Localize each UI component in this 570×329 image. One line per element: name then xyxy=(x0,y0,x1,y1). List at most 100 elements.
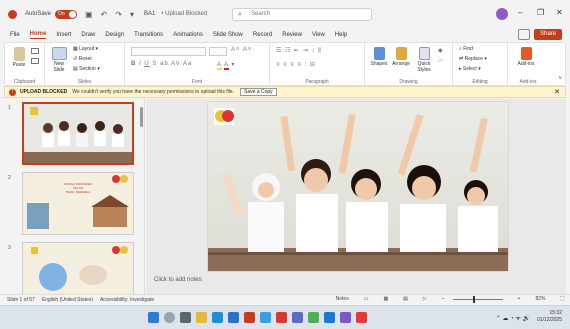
undo-icon[interactable]: ↶ xyxy=(101,10,108,19)
zoom-in-icon[interactable]: + xyxy=(518,296,521,302)
autosave-toggle[interactable]: On xyxy=(55,9,78,19)
shapes-button[interactable]: Shapes xyxy=(369,47,389,67)
current-slide[interactable] xyxy=(208,102,508,271)
app-icon[interactable] xyxy=(308,312,319,323)
font-color-controls[interactable]: A A ▾ xyxy=(217,61,235,70)
find-button[interactable]: ⌕ Find xyxy=(459,46,473,52)
save-a-copy-button[interactable]: Save a Copy xyxy=(240,88,277,96)
save-icon[interactable]: ▣ xyxy=(85,10,93,19)
copy-icon[interactable] xyxy=(31,58,39,64)
new-slide-button[interactable]: New Slide xyxy=(49,47,69,73)
search-icon[interactable] xyxy=(164,312,175,323)
group-label-slides: Slides xyxy=(77,79,92,85)
tab-slide-show[interactable]: Slide Show xyxy=(213,32,243,38)
normal-view-icon[interactable]: ▭ xyxy=(364,296,369,302)
alignment-buttons[interactable]: ≡ ≡ ≡ ≡ ⫶ ⊟ xyxy=(276,61,316,69)
autosave-label: AutoSave xyxy=(25,11,52,17)
tab-bar-actions: Share xyxy=(517,29,562,40)
avatar[interactable] xyxy=(496,8,508,20)
new-slide-icon xyxy=(51,47,67,60)
tab-home[interactable]: Home xyxy=(29,31,47,39)
start-icon[interactable] xyxy=(148,312,159,323)
comments-button[interactable] xyxy=(517,29,530,40)
slide-thumbnail-panel[interactable]: 1 2 RUMAH INDONESIA KELAS TEMA: MERDEKA … xyxy=(0,99,145,294)
addins-label: Add-ins xyxy=(517,61,535,67)
shape-outline-button[interactable]: ▱ xyxy=(438,57,444,64)
file-explorer-icon[interactable] xyxy=(196,312,207,323)
close-icon[interactable]: ✕ xyxy=(556,8,563,17)
font-name-dropdown[interactable] xyxy=(131,47,206,56)
fit-to-window-icon[interactable]: ⛶ xyxy=(560,296,564,302)
reset-label: Reset xyxy=(78,56,92,62)
slide-thumbnail-2[interactable]: RUMAH INDONESIA KELAS TEMA: MERDEKA xyxy=(22,172,134,235)
addins-button[interactable]: Add-ins xyxy=(514,47,538,67)
close-icon[interactable]: ✕ xyxy=(554,88,560,96)
layout-label: Layout xyxy=(79,46,95,52)
app-icon[interactable] xyxy=(324,312,335,323)
word-icon[interactable] xyxy=(228,312,239,323)
arrange-label: Arrange xyxy=(392,61,410,67)
group-label-clipboard: Clipboard xyxy=(13,79,36,85)
app-icon[interactable] xyxy=(356,312,367,323)
search-input[interactable]: ⌕ Search xyxy=(232,8,372,21)
notes-pane[interactable]: Click to add notes xyxy=(154,277,202,283)
paste-button[interactable]: Paste xyxy=(11,47,27,68)
tab-record[interactable]: Record xyxy=(253,32,272,38)
search-icon: ⌕ xyxy=(238,11,242,18)
powerpoint-taskbar-icon[interactable] xyxy=(244,312,255,323)
notes-toggle[interactable]: Notes xyxy=(336,296,349,302)
language-status[interactable]: English (United States) xyxy=(42,297,93,303)
font-format-buttons[interactable]: B I U S ab AV Aa xyxy=(131,61,192,67)
zoom-slider[interactable] xyxy=(452,295,503,303)
font-size-controls[interactable]: A˄ A˅ xyxy=(231,47,252,53)
arrange-button[interactable]: Arrange xyxy=(391,47,411,67)
panel-scrollbar[interactable] xyxy=(140,107,143,127)
slide-thumbnail-1[interactable] xyxy=(22,102,134,165)
tab-animations[interactable]: Animations xyxy=(173,32,203,38)
zoom-out-icon[interactable]: – xyxy=(442,296,445,302)
collapse-ribbon-icon[interactable]: ˅ xyxy=(558,76,562,82)
reset-button[interactable]: ↺ Reset xyxy=(73,56,92,62)
shape-fill-button[interactable]: ◆ xyxy=(438,47,444,54)
slide-editor[interactable]: Click to add notes xyxy=(146,99,566,294)
cut-icon[interactable] xyxy=(31,48,39,54)
tab-help[interactable]: Help xyxy=(335,32,347,38)
restore-icon[interactable]: ❐ xyxy=(537,8,544,17)
tab-file[interactable]: File xyxy=(10,32,20,38)
tab-view[interactable]: View xyxy=(312,32,325,38)
font-size-dropdown[interactable] xyxy=(209,47,227,56)
customize-toolbar-icon[interactable]: ▾ xyxy=(130,10,134,19)
clock[interactable]: 15:32 01/12/2025 xyxy=(537,310,562,324)
ribbon: Paste Clipboard New Slide ▦ Layout ▾ ↺ R… xyxy=(4,42,566,87)
zoom-slider-thumb[interactable] xyxy=(472,295,475,303)
quick-styles-button[interactable]: Quick Styles xyxy=(413,47,435,73)
tab-insert[interactable]: Insert xyxy=(56,32,71,38)
tab-draw[interactable]: Draw xyxy=(81,32,95,38)
document-title[interactable]: BA1 xyxy=(144,11,155,17)
app-icon[interactable] xyxy=(276,312,287,323)
redo-icon[interactable]: ↷ xyxy=(115,10,122,19)
system-tray[interactable]: ⌃ ☁ ◔ ᯤ 🔊 xyxy=(496,314,530,322)
chrome-icon[interactable] xyxy=(260,312,271,323)
slideshow-icon[interactable]: ▷ xyxy=(423,296,427,302)
list-buttons[interactable]: ☰ ☷ ⇤ ⇥ ↕ ⫼ xyxy=(276,47,322,55)
replace-button[interactable]: ⇄ Replace ▾ xyxy=(459,56,487,62)
zoom-level[interactable]: 82% xyxy=(535,296,545,302)
paragraph-group: ☰ ☷ ⇤ ⇥ ↕ ⫼ ≡ ≡ ≡ ≡ ⫶ ⊟ Paragraph xyxy=(270,43,365,87)
select-button[interactable]: ▸ Select ▾ xyxy=(459,66,481,72)
task-view-icon[interactable] xyxy=(180,312,191,323)
edge-icon[interactable] xyxy=(212,312,223,323)
tab-transitions[interactable]: Transitions xyxy=(134,32,163,38)
share-button[interactable]: Share xyxy=(533,29,562,40)
reading-view-icon[interactable]: ▤ xyxy=(403,296,408,302)
section-button[interactable]: ▤ Section ▾ xyxy=(73,66,100,72)
app-icon[interactable] xyxy=(340,312,351,323)
tab-review[interactable]: Review xyxy=(282,32,302,38)
tab-design[interactable]: Design xyxy=(105,32,124,38)
layout-button[interactable]: ▦ Layout ▾ xyxy=(73,46,98,52)
slide-sorter-icon[interactable]: ▦ xyxy=(383,296,388,302)
slide-thumbnail-3[interactable] xyxy=(22,242,134,294)
teams-icon[interactable] xyxy=(292,312,303,323)
accessibility-status[interactable]: Accessibility: Investigate xyxy=(100,297,154,303)
minimize-icon[interactable]: – xyxy=(518,8,522,17)
